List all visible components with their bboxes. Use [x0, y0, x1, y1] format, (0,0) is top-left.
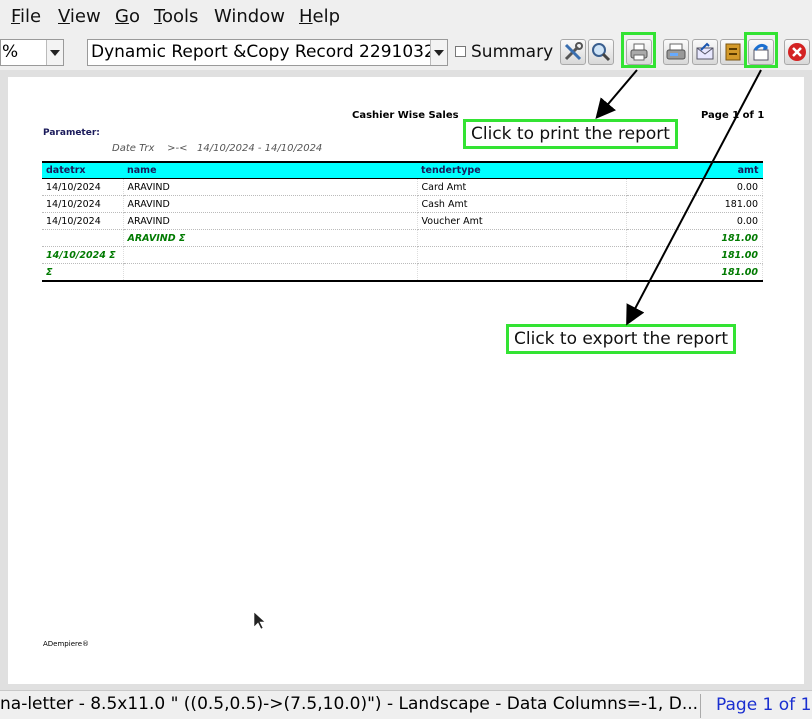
callout-arrows — [253, 69, 762, 630]
print-arrow — [595, 69, 638, 120]
status-page: Page 1 of 1 — [716, 695, 812, 715]
status-bar: na-letter - 8.5x11.0 " ((0.5,0.5)->(7.5,… — [0, 690, 812, 719]
mouse-cursor-icon — [253, 611, 266, 630]
export-arrow — [626, 69, 762, 326]
status-text: na-letter - 8.5x11.0 " ((0.5,0.5)->(7.5,… — [0, 694, 701, 718]
